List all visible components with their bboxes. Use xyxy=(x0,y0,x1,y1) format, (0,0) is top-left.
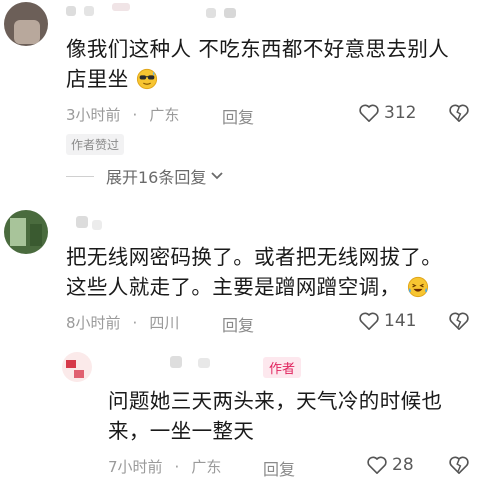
username-blurred[interactable] xyxy=(76,216,88,228)
avatar[interactable] xyxy=(4,2,48,46)
sweat-sunglasses-emoji-icon xyxy=(136,68,157,90)
reply-meta: 7小时前 · 广东 xyxy=(108,457,222,477)
laughing-tears-emoji-icon xyxy=(408,276,429,298)
location: 广东 xyxy=(191,458,222,476)
comment-text: 像我们这种人 不吃东西都不好意思去别人 店里坐 xyxy=(66,37,450,91)
dislike-broken-heart-icon[interactable] xyxy=(448,455,470,475)
like-button[interactable]: 28 xyxy=(366,455,414,475)
reply-text: 问题她三天两头来，天气冷的时候也 来，一坐一整天 xyxy=(108,389,443,443)
comment-meta: 3小时前 · 广东 xyxy=(66,105,180,125)
like-count: 141 xyxy=(384,311,417,331)
reply-button[interactable]: 回复 xyxy=(222,312,254,336)
comment-meta: 8小时前 · 四川 xyxy=(66,313,180,333)
location: 四川 xyxy=(149,314,180,332)
author-badge: 作者 xyxy=(263,357,302,378)
expand-replies-button[interactable]: 展开16条回复 xyxy=(66,164,224,188)
location: 广东 xyxy=(149,106,180,124)
heart-icon xyxy=(359,312,379,330)
heart-icon xyxy=(359,104,379,122)
timestamp: 8小时前 xyxy=(66,314,121,332)
username-blurred[interactable] xyxy=(66,6,76,16)
like-button[interactable]: 312 xyxy=(358,103,416,123)
reply-button[interactable]: 回复 xyxy=(222,104,254,128)
timestamp: 3小时前 xyxy=(66,106,121,124)
author-liked-tag: 作者赞过 xyxy=(66,134,125,155)
chevron-down-icon xyxy=(211,172,224,180)
dislike-broken-heart-icon[interactable] xyxy=(448,311,470,331)
like-button[interactable]: 141 xyxy=(358,311,416,331)
expand-label: 展开16条回复 xyxy=(106,168,207,187)
comment-text: 把无线网密码换了。或者把无线网拔了。 这些人就走了。主要是蹭网蹭空调， xyxy=(66,245,443,299)
heart-icon xyxy=(367,456,387,474)
dislike-broken-heart-icon[interactable] xyxy=(448,103,470,123)
username-blurred[interactable] xyxy=(170,356,182,368)
timestamp: 7小时前 xyxy=(108,458,163,476)
avatar[interactable] xyxy=(62,352,92,382)
like-count: 28 xyxy=(392,455,414,475)
reply-button[interactable]: 回复 xyxy=(263,456,295,480)
like-count: 312 xyxy=(384,103,417,123)
avatar[interactable] xyxy=(4,210,48,254)
